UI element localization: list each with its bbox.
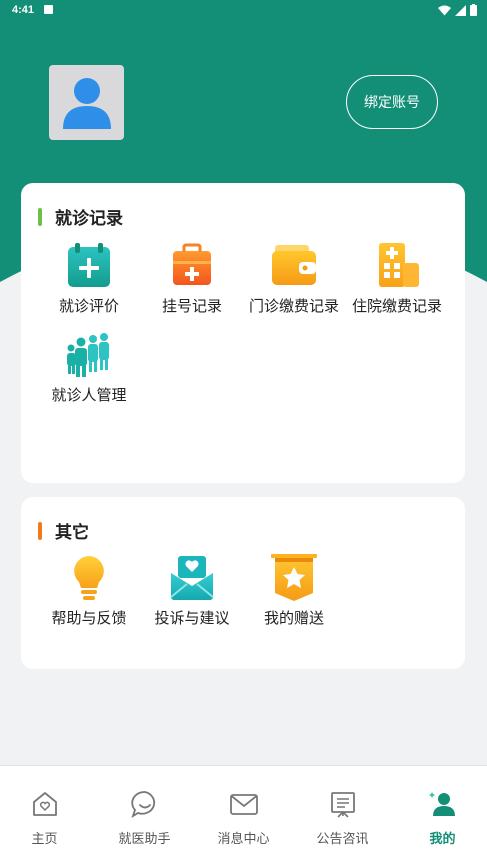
medical-kit-icon [173, 243, 211, 285]
tab-label: 公告咨讯 [316, 832, 369, 847]
inpatient-payment-records-button[interactable]: 住院缴费记录 [337, 241, 457, 316]
others-header: 其它 [38, 518, 89, 543]
heart-mail-icon [170, 556, 214, 600]
family-group-icon [67, 333, 109, 377]
item-label: 我的赠送 [263, 609, 324, 627]
battery-icon [470, 4, 477, 16]
notification-icon [44, 5, 53, 14]
tab-medical-assistant[interactable]: 就医助手 [96, 766, 193, 847]
tab-label: 我的 [429, 832, 456, 847]
notice-board-icon [330, 792, 355, 818]
section-accent-bar [38, 521, 42, 540]
my-gifts-button[interactable]: 我的赠送 [234, 553, 354, 628]
tab-label: 主页 [31, 832, 58, 847]
home-icon [32, 792, 57, 816]
star-banner-icon [271, 554, 317, 601]
wifi-icon [438, 5, 451, 15]
status-icons [438, 4, 477, 16]
tab-message-center[interactable]: 消息中心 [195, 766, 292, 847]
tab-mine[interactable]: 我的 [394, 766, 487, 847]
tab-label: 消息中心 [217, 832, 270, 847]
help-feedback-button[interactable]: 帮助与反馈 [29, 553, 149, 628]
section-accent-bar [38, 207, 42, 226]
bottom-tab-bar: 主页 就医助手 消息中心 公告咨讯 我的 [0, 765, 487, 867]
section-title: 就诊记录 [55, 209, 123, 229]
calendar-plus-icon [68, 243, 110, 287]
lightbulb-icon [74, 556, 104, 600]
signal-icon [455, 4, 466, 16]
item-label: 门诊缴费记录 [248, 297, 339, 315]
status-time: 4:41 [12, 4, 35, 16]
tab-announcements[interactable]: 公告咨讯 [294, 766, 391, 847]
item-label: 住院缴费记录 [351, 297, 442, 315]
visit-evaluation-button[interactable]: 就诊评价 [29, 241, 149, 316]
patient-management-button[interactable]: 就诊人管理 [29, 330, 149, 405]
bind-account-button[interactable]: 绑定账号 [346, 75, 438, 129]
item-label: 帮助与反馈 [51, 609, 127, 627]
section-title: 其它 [55, 523, 89, 543]
status-bar: 4:41 [0, 0, 487, 22]
others-card: 其它 帮助与反馈 投诉与建议 我的赠送 [21, 497, 465, 669]
chat-bubble-icon [130, 791, 155, 819]
mail-icon [229, 794, 258, 815]
wallet-icon [272, 245, 316, 285]
avatar[interactable] [49, 65, 124, 140]
item-label: 就诊评价 [58, 297, 119, 315]
outpatient-payment-records-button[interactable]: 门诊缴费记录 [234, 241, 354, 316]
item-label: 就诊人管理 [51, 386, 127, 404]
tab-home[interactable]: 主页 [0, 766, 93, 847]
visit-records-header: 就诊记录 [38, 204, 123, 229]
user-avatar-icon [62, 77, 111, 129]
tab-label: 就医助手 [118, 832, 171, 847]
hospital-building-icon [379, 243, 419, 287]
visit-records-card: 就诊记录 就诊评价 挂号记录 门诊缴费记录 住院缴费记录 就诊人管理 [21, 183, 465, 483]
user-icon [428, 792, 455, 816]
